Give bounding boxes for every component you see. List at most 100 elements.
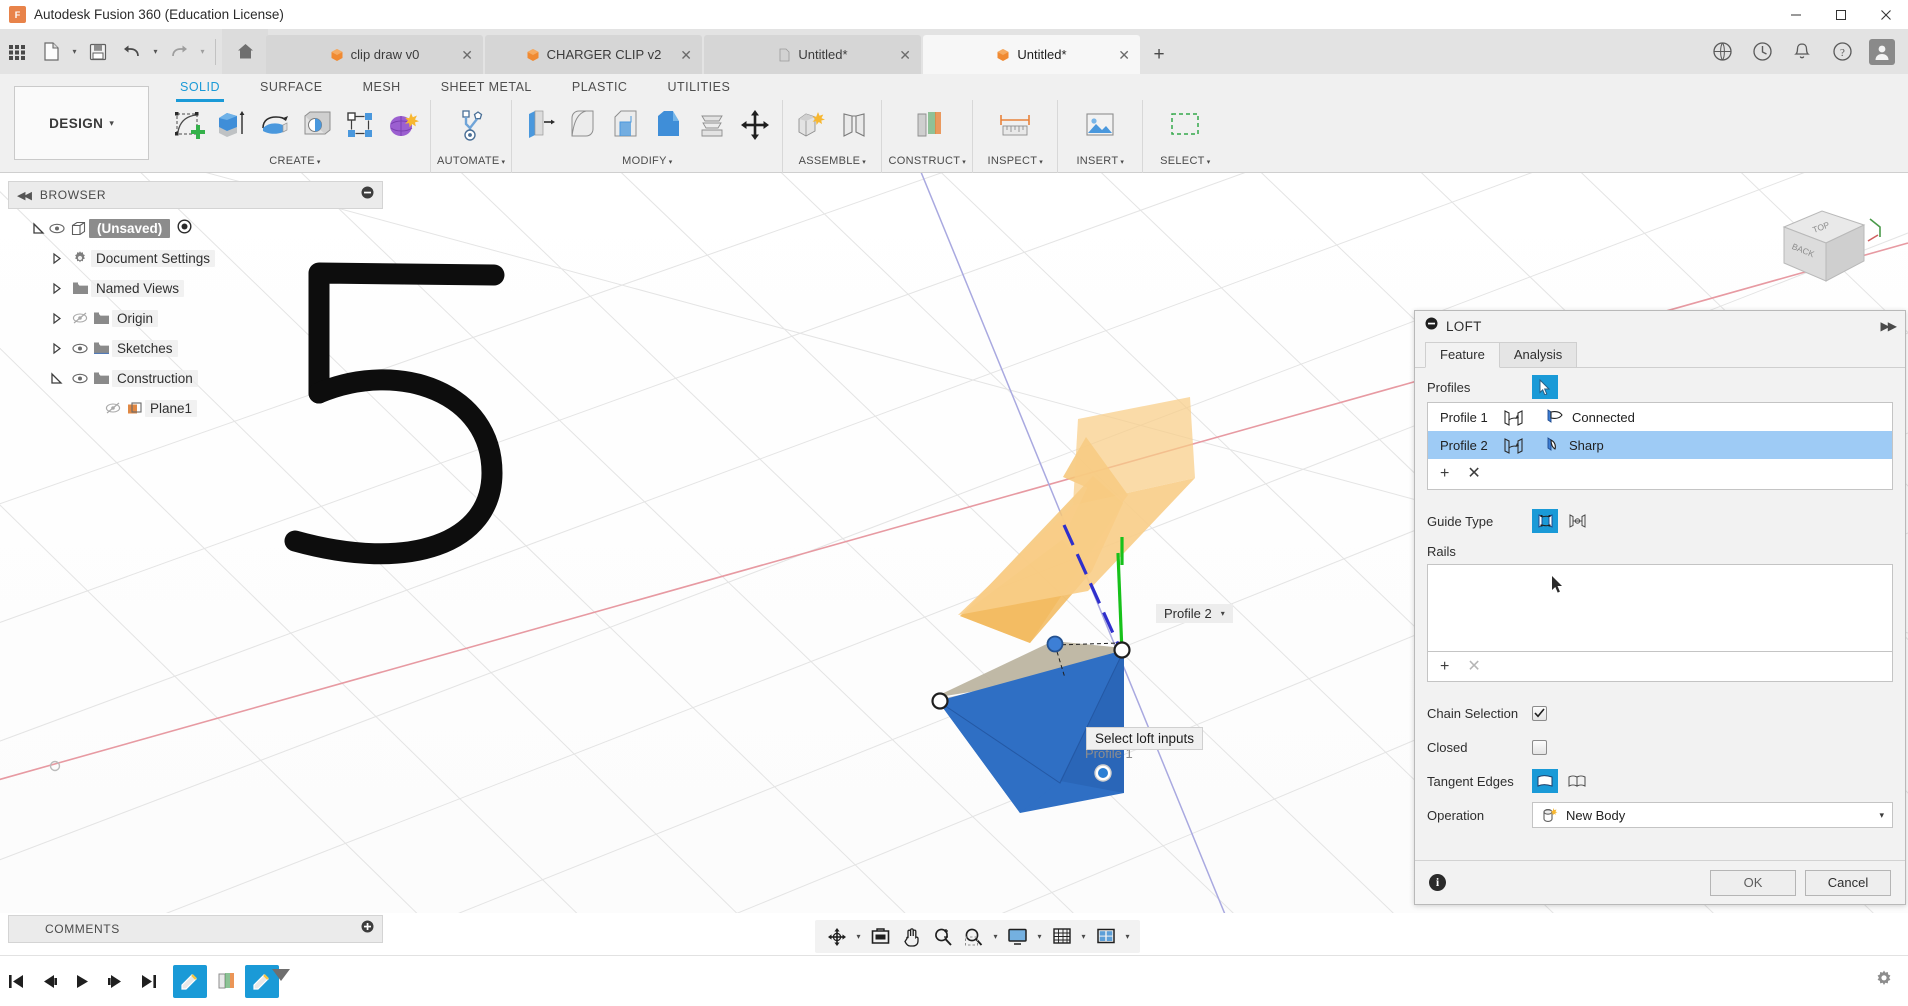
tree-item-origin[interactable]: Origin [8, 303, 383, 333]
extrude-icon[interactable] [209, 102, 252, 148]
look-at-icon[interactable] [865, 922, 896, 952]
rem-rail-icon[interactable]: ✕ [1467, 659, 1480, 675]
operation-dropdown[interactable]: New Body ▾ [1532, 802, 1893, 828]
workspace-selector[interactable]: DESIGN ▾ [14, 86, 149, 160]
fit-icon[interactable] [958, 922, 989, 952]
profile-row-2[interactable]: Profile 2 Sharp [1428, 431, 1892, 459]
tree-item-sketches[interactable]: Sketches [8, 333, 383, 363]
visibility-hidden-icon[interactable] [70, 310, 90, 327]
document-tab-untitled-1[interactable]: Untitled* ✕ [704, 35, 921, 74]
help-icon[interactable]: ? [1822, 29, 1862, 74]
ribbon-group-assemble-label[interactable]: ASSEMBLE▾ [789, 150, 875, 172]
visibility-hidden-icon[interactable] [103, 400, 123, 417]
document-tab-charger-clip-v2[interactable]: CHARGER CLIP v2 ✕ [485, 35, 702, 74]
home-icon[interactable] [222, 29, 268, 74]
tab-solid[interactable]: SOLID [160, 74, 240, 100]
profile-condition-cell[interactable]: Sharp [1545, 436, 1604, 455]
revolve-icon[interactable] [252, 102, 295, 148]
timeline-feature-sketch-1[interactable] [173, 965, 207, 998]
form-icon[interactable] [381, 102, 424, 148]
save-icon[interactable] [81, 29, 115, 74]
chamfer-icon[interactable] [604, 102, 647, 148]
job-status-icon[interactable] [1742, 29, 1782, 74]
new-component-icon[interactable] [789, 102, 832, 148]
display-settings-icon[interactable] [1002, 922, 1033, 952]
cancel-button[interactable]: Cancel [1805, 870, 1891, 896]
close-button[interactable] [1863, 0, 1908, 29]
step-back-icon[interactable] [33, 961, 66, 1001]
pan-icon[interactable] [896, 922, 927, 952]
chevron-down-icon[interactable]: ▾ [1879, 810, 1884, 821]
shell-icon[interactable] [647, 102, 690, 148]
joint-icon[interactable] [832, 102, 875, 148]
guide-type-centerline-option[interactable] [1564, 509, 1590, 533]
tab-utilities[interactable]: UTILITIES [647, 74, 750, 100]
tab-feature[interactable]: Feature [1425, 342, 1500, 368]
ok-button[interactable]: OK [1710, 870, 1796, 896]
add-profile-icon[interactable]: + [1440, 466, 1449, 482]
profiles-select-button[interactable] [1532, 375, 1558, 399]
collapse-arrow-icon[interactable] [48, 340, 65, 357]
pattern-icon[interactable] [338, 102, 381, 148]
automated-modeling-icon[interactable] [437, 102, 503, 148]
new-file-icon[interactable] [34, 29, 68, 74]
document-tab-untitled-2[interactable]: Untitled* ✕ [923, 35, 1140, 74]
draft-icon[interactable] [690, 102, 733, 148]
orbit-icon[interactable] [821, 922, 852, 952]
ribbon-group-construct-label[interactable]: CONSTRUCT▾ [888, 150, 966, 172]
tree-item-construction[interactable]: Construction [8, 363, 383, 393]
display-settings-caret-icon[interactable]: ▾ [1033, 922, 1046, 952]
profile-condition-cell[interactable]: Connected [1545, 408, 1635, 427]
go-to-beginning-icon[interactable] [0, 961, 33, 1001]
document-tab-clip-draw-v0[interactable]: clip draw v0 ✕ [266, 35, 483, 74]
grid-snap-icon[interactable] [1046, 922, 1077, 952]
ribbon-group-automate-label[interactable]: AUTOMATE▾ [437, 150, 505, 172]
viewports-icon[interactable] [1090, 922, 1121, 952]
info-icon[interactable]: i [1429, 874, 1446, 891]
measure-icon[interactable] [979, 102, 1051, 148]
play-icon[interactable] [66, 961, 99, 1001]
minus-circle-icon[interactable] [1425, 317, 1438, 335]
profile-2-label[interactable]: Profile 2 ▾ [1156, 604, 1233, 623]
fit-caret-icon[interactable]: ▾ [989, 922, 1002, 952]
expand-right-icon[interactable]: ▶▶ [1881, 319, 1895, 333]
guide-type-rails-option[interactable] [1532, 509, 1558, 533]
view-cube[interactable]: TOP BACK [1764, 197, 1884, 307]
move-copy-icon[interactable] [733, 102, 776, 148]
collapse-left-icon[interactable]: ◀◀ [17, 189, 30, 202]
ribbon-group-select-label[interactable]: SELECT▾ [1149, 150, 1221, 172]
timeline-settings-gear-icon[interactable] [1874, 969, 1894, 994]
plus-circle-icon[interactable] [361, 920, 374, 938]
insert-canvas-icon[interactable] [1064, 102, 1136, 148]
document-tab-close-icon[interactable]: ✕ [680, 48, 692, 62]
profile-row-1[interactable]: Profile 1 Connected [1428, 403, 1892, 431]
tab-surface[interactable]: SURFACE [240, 74, 343, 100]
ribbon-group-inspect-label[interactable]: INSPECT▾ [979, 150, 1051, 172]
zoom-icon[interactable] [927, 922, 958, 952]
hole-icon[interactable] [295, 102, 338, 148]
tab-mesh[interactable]: MESH [343, 74, 421, 100]
step-forward-icon[interactable] [99, 961, 132, 1001]
undo-icon[interactable] [115, 29, 149, 74]
visibility-eye-icon[interactable] [47, 220, 67, 237]
tree-item-document-settings[interactable]: Document Settings [8, 243, 383, 273]
tree-item-unsaved[interactable]: (Unsaved) [8, 213, 383, 243]
closed-checkbox[interactable] [1532, 740, 1547, 755]
app-grid-icon[interactable] [0, 29, 34, 74]
offset-plane-icon[interactable] [888, 102, 966, 148]
fillet-icon[interactable] [561, 102, 604, 148]
document-tab-close-icon[interactable]: ✕ [461, 48, 473, 62]
tab-sheet-metal[interactable]: SHEET METAL [421, 74, 552, 100]
rem-profile-icon[interactable]: ✕ [1467, 466, 1480, 482]
rails-list[interactable] [1427, 564, 1893, 652]
new-file-caret-icon[interactable]: ▾ [68, 29, 81, 74]
minimize-button[interactable] [1773, 0, 1818, 29]
new-document-tab-button[interactable]: + [1142, 35, 1176, 74]
redo-icon[interactable] [162, 29, 196, 74]
document-tab-close-icon[interactable]: ✕ [1118, 48, 1130, 62]
extensions-icon[interactable] [1702, 29, 1742, 74]
tab-plastic[interactable]: PLASTIC [552, 74, 648, 100]
maximize-button[interactable] [1818, 0, 1863, 29]
tab-analysis[interactable]: Analysis [1499, 342, 1577, 367]
chain-selection-checkbox[interactable] [1532, 706, 1547, 721]
